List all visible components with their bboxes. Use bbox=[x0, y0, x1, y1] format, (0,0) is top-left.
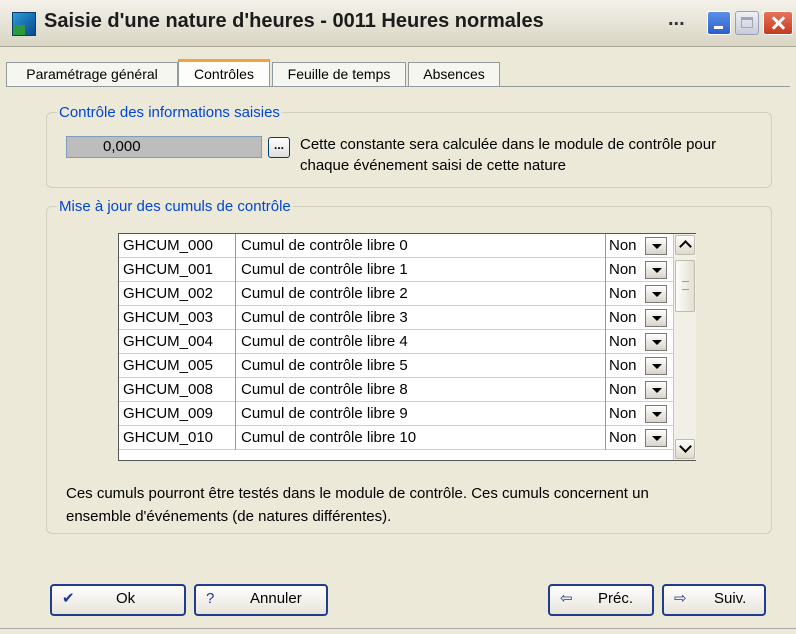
arrow-left-icon: ⇦ bbox=[560, 590, 573, 607]
table-row[interactable]: GHCUM_001 Cumul de contrôle libre 1 Non bbox=[119, 258, 673, 282]
constant-hint: Cette constante sera calculée dans le mo… bbox=[300, 136, 717, 174]
chevron-down-icon[interactable] bbox=[645, 381, 667, 399]
column-divider bbox=[605, 426, 606, 450]
chevron-down-icon[interactable] bbox=[645, 333, 667, 351]
app-icon bbox=[12, 12, 36, 36]
chevron-down-icon[interactable] bbox=[645, 357, 667, 375]
cumul-value[interactable]: Non bbox=[609, 426, 643, 449]
title-bar[interactable]: Saisie d'une nature d'heures - 0011 Heur… bbox=[0, 0, 796, 47]
cumul-code: GHCUM_001 bbox=[123, 261, 214, 278]
cumul-code: GHCUM_002 bbox=[123, 285, 214, 302]
constant-value-field[interactable]: 0,000 bbox=[66, 136, 262, 158]
column-divider bbox=[605, 330, 606, 354]
tab-controles[interactable]: Contrôles bbox=[178, 59, 270, 87]
cumuls-grid[interactable]: GHCUM_000 Cumul de contrôle libre 0 Non … bbox=[118, 233, 696, 461]
scroll-down-icon[interactable] bbox=[675, 439, 695, 459]
chevron-down-icon[interactable] bbox=[645, 285, 667, 303]
bottom-divider bbox=[0, 628, 796, 629]
cumul-value[interactable]: Non bbox=[609, 258, 643, 281]
next-button[interactable]: ⇨ Suiv. bbox=[662, 584, 766, 616]
chevron-down-icon[interactable] bbox=[645, 237, 667, 255]
column-divider bbox=[605, 378, 606, 402]
title-ellipsis: ... bbox=[668, 8, 685, 30]
cumul-label: Cumul de contrôle libre 5 bbox=[241, 357, 408, 374]
cumul-code: GHCUM_009 bbox=[123, 405, 214, 422]
help-icon: ? bbox=[206, 590, 215, 607]
window-title: Saisie d'une nature d'heures - 0011 Heur… bbox=[44, 10, 544, 32]
column-divider bbox=[605, 282, 606, 306]
column-divider bbox=[605, 306, 606, 330]
column-divider bbox=[235, 378, 236, 402]
close-button[interactable] bbox=[763, 11, 793, 35]
cumul-value[interactable]: Non bbox=[609, 234, 643, 257]
scroll-up-icon[interactable] bbox=[675, 235, 695, 255]
column-divider bbox=[605, 402, 606, 426]
cumul-value[interactable]: Non bbox=[609, 330, 643, 353]
cumul-label: Cumul de contrôle libre 8 bbox=[241, 381, 408, 398]
cumul-label: Cumul de contrôle libre 2 bbox=[241, 285, 408, 302]
cumul-value[interactable]: Non bbox=[609, 282, 643, 305]
chevron-down-icon[interactable] bbox=[645, 429, 667, 447]
ok-button[interactable]: ✔ Ok bbox=[50, 584, 186, 616]
table-row[interactable]: GHCUM_009 Cumul de contrôle libre 9 Non bbox=[119, 402, 673, 426]
vertical-scrollbar[interactable] bbox=[673, 234, 696, 460]
cancel-button[interactable]: ? Annuler bbox=[194, 584, 328, 616]
cumul-code: GHCUM_000 bbox=[123, 237, 214, 254]
tab-parametrage-general[interactable]: Paramétrage général bbox=[6, 62, 178, 86]
table-row[interactable]: GHCUM_002 Cumul de contrôle libre 2 Non bbox=[119, 282, 673, 306]
cumul-label: Cumul de contrôle libre 4 bbox=[241, 333, 408, 350]
column-divider bbox=[235, 234, 236, 258]
arrow-right-icon: ⇨ bbox=[674, 590, 687, 607]
cumul-code: GHCUM_003 bbox=[123, 309, 214, 326]
column-divider bbox=[235, 426, 236, 450]
table-row[interactable]: GHCUM_000 Cumul de contrôle libre 0 Non bbox=[119, 234, 673, 258]
cumul-value[interactable]: Non bbox=[609, 378, 643, 401]
ellipsis-button[interactable]: ... bbox=[268, 137, 290, 158]
scroll-thumb[interactable] bbox=[675, 260, 695, 312]
cumul-value[interactable]: Non bbox=[609, 306, 643, 329]
check-icon: ✔ bbox=[62, 590, 75, 607]
column-divider bbox=[605, 234, 606, 258]
cumul-code: GHCUM_008 bbox=[123, 381, 214, 398]
column-divider bbox=[235, 354, 236, 378]
cumul-code: GHCUM_005 bbox=[123, 357, 214, 374]
cumul-label: Cumul de contrôle libre 0 bbox=[241, 237, 408, 254]
minimize-button[interactable] bbox=[707, 11, 731, 35]
tab-absences[interactable]: Absences bbox=[408, 62, 500, 86]
cumuls-legend: Mise à jour des cumuls de contrôle bbox=[59, 198, 291, 215]
table-row[interactable]: GHCUM_004 Cumul de contrôle libre 4 Non bbox=[119, 330, 673, 354]
cumul-label: Cumul de contrôle libre 10 bbox=[241, 429, 417, 446]
cumul-label: Cumul de contrôle libre 3 bbox=[241, 309, 408, 326]
previous-button[interactable]: ⇦ Préc. bbox=[548, 584, 654, 616]
tab-feuille-de-temps[interactable]: Feuille de temps bbox=[272, 62, 406, 86]
cumul-value[interactable]: Non bbox=[609, 354, 643, 377]
column-divider bbox=[235, 282, 236, 306]
table-row[interactable]: GHCUM_005 Cumul de contrôle libre 5 Non bbox=[119, 354, 673, 378]
cumuls-note: Ces cumuls pourront être testés dans le … bbox=[66, 485, 649, 525]
table-row[interactable]: GHCUM_003 Cumul de contrôle libre 3 Non bbox=[119, 306, 673, 330]
ok-label: Ok bbox=[116, 590, 136, 607]
table-row[interactable]: GHCUM_010 Cumul de contrôle libre 10 Non bbox=[119, 426, 673, 450]
controle-legend: Contrôle des informations saisies bbox=[59, 104, 280, 121]
column-divider bbox=[235, 258, 236, 282]
previous-label: Préc. bbox=[598, 590, 634, 607]
column-divider bbox=[235, 306, 236, 330]
table-row[interactable]: GHCUM_008 Cumul de contrôle libre 8 Non bbox=[119, 378, 673, 402]
cumul-value[interactable]: Non bbox=[609, 402, 643, 425]
cumul-label: Cumul de contrôle libre 1 bbox=[241, 261, 408, 278]
column-divider bbox=[235, 402, 236, 426]
cumul-label: Cumul de contrôle libre 9 bbox=[241, 405, 408, 422]
column-divider bbox=[605, 258, 606, 282]
next-label: Suiv. bbox=[714, 590, 747, 607]
cancel-label: Annuler bbox=[250, 590, 302, 607]
column-divider bbox=[235, 330, 236, 354]
cumul-code: GHCUM_010 bbox=[123, 429, 214, 446]
maximize-button[interactable] bbox=[735, 11, 759, 35]
chevron-down-icon[interactable] bbox=[645, 309, 667, 327]
chevron-down-icon[interactable] bbox=[645, 405, 667, 423]
chevron-down-icon[interactable] bbox=[645, 261, 667, 279]
cumul-code: GHCUM_004 bbox=[123, 333, 214, 350]
column-divider bbox=[605, 354, 606, 378]
